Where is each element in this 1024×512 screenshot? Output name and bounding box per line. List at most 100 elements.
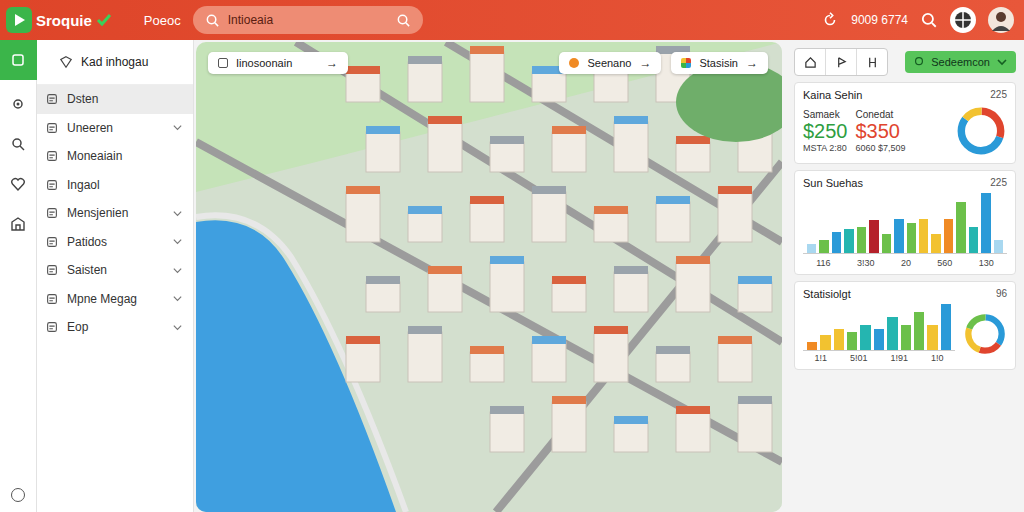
bar[interactable] [807, 244, 816, 253]
bar[interactable] [807, 342, 817, 350]
item-icon [45, 235, 59, 249]
bar[interactable] [901, 325, 911, 350]
axis-tick: 560 [937, 258, 952, 268]
bar[interactable] [914, 312, 924, 350]
chip-icon [569, 58, 579, 68]
bar[interactable] [844, 229, 853, 253]
x-axis: 116 3!30 20 560 130 [803, 258, 1007, 268]
search-field[interactable]: Intioeaia [193, 6, 423, 34]
map-chip[interactable]: Iinosoonain → [208, 52, 348, 74]
card-title: Kaina Sehin [803, 89, 862, 101]
rail-item[interactable] [0, 40, 37, 80]
axis-tick: 116 [816, 258, 830, 268]
bar[interactable] [869, 220, 878, 253]
bar[interactable] [834, 329, 844, 350]
bar[interactable] [927, 325, 937, 350]
chevron-down-icon [172, 208, 183, 219]
chip-icon [218, 58, 228, 68]
avatar-icon[interactable] [988, 7, 1014, 33]
bar-chart [803, 193, 1007, 254]
status-circle[interactable] [11, 488, 25, 502]
axis-tick: 20 [901, 258, 911, 268]
sidebar-item[interactable]: Uneeren [37, 114, 193, 143]
heart-icon [10, 176, 26, 192]
home-button[interactable] [795, 49, 826, 75]
sidebar-item[interactable]: Saisten [37, 256, 193, 285]
sidebar-label: Eop [67, 320, 164, 334]
dropdown-label: Sedeemcon [931, 56, 990, 68]
chip-label: Seenano [587, 57, 631, 69]
item-icon [45, 178, 59, 192]
top-bar: Sroquie Poeoc Intioeaia 9009 6774 [0, 0, 1024, 40]
chevron-down-icon [172, 322, 183, 333]
axis-tick: 3!30 [857, 258, 875, 268]
bar[interactable] [887, 317, 897, 350]
sidebar-item[interactable]: Patidos [37, 228, 193, 257]
globe-icon[interactable] [950, 7, 976, 33]
rail-item[interactable] [0, 88, 37, 120]
bar[interactable] [969, 227, 978, 253]
bar[interactable] [882, 234, 891, 253]
sidebar-item[interactable]: Dsten [37, 85, 193, 114]
sidebar-item[interactable]: Mensjenien [37, 199, 193, 228]
stat-value: $250 [803, 120, 848, 143]
search-icon[interactable] [396, 13, 411, 28]
logo[interactable]: Sroquie [6, 7, 112, 33]
sidebar: Kad inhogau Dsten Uneeren Moneaiain Inga… [37, 40, 194, 512]
bar[interactable] [874, 329, 884, 350]
check-icon [96, 12, 112, 28]
bar[interactable] [860, 325, 870, 350]
h-icon [866, 56, 879, 69]
chevron-down-icon [172, 293, 183, 304]
bar[interactable] [819, 240, 828, 253]
bar[interactable] [956, 202, 965, 253]
bar[interactable] [847, 332, 857, 350]
search-icon [10, 136, 26, 152]
rail-item[interactable] [0, 128, 37, 160]
bar[interactable] [941, 304, 951, 350]
height-button[interactable] [857, 49, 887, 75]
sidebar-item[interactable]: Ingaol [37, 171, 193, 200]
dropdown-button[interactable]: Sedeemcon [905, 51, 1016, 73]
city-map[interactable]: Iinosoonain → Seenano → Stasisin → [196, 42, 782, 512]
donut-segment [968, 317, 1001, 350]
bar[interactable] [981, 193, 990, 253]
bar[interactable] [894, 219, 903, 253]
refresh-icon[interactable] [821, 11, 839, 29]
bar[interactable] [907, 223, 916, 253]
chevron-down-icon [996, 56, 1008, 68]
bar[interactable] [832, 232, 841, 253]
sidebar-label: Mpne Megag [67, 292, 164, 306]
home-icon [804, 56, 817, 69]
play-button[interactable] [826, 49, 857, 75]
nav-link[interactable]: Poeoc [144, 13, 181, 28]
item-icon [45, 121, 59, 135]
sidebar-label: Ingaol [67, 178, 183, 192]
bar[interactable] [931, 234, 940, 253]
bar[interactable] [919, 219, 928, 253]
sidebar-item[interactable]: Eop [37, 313, 193, 342]
axis-tick: 130 [979, 258, 994, 268]
axis-tick: 1!0 [931, 353, 944, 363]
sidebar-item[interactable]: Moneaiain [37, 142, 193, 171]
arrow-icon: → [746, 56, 758, 70]
rail-item[interactable] [0, 168, 37, 200]
sales-card: Sun Suehas225 1163!3020560130 [794, 170, 1016, 275]
bar[interactable] [857, 227, 866, 253]
item-icon [45, 92, 59, 106]
icon-rail [0, 40, 37, 512]
bar[interactable] [944, 219, 953, 253]
chip-label: Iinosoonain [236, 57, 318, 69]
donut-segment [968, 317, 1001, 350]
map-chip[interactable]: Stasisin → [671, 52, 768, 74]
item-icon [45, 263, 59, 277]
bar[interactable] [994, 240, 1003, 253]
chevron-down-icon [172, 236, 183, 247]
stat: Conedat $350 6060 $7,509 [856, 109, 906, 153]
sidebar-item[interactable]: Mpne Megag [37, 285, 193, 314]
bar[interactable] [820, 335, 830, 350]
map-chip[interactable]: Seenano → [559, 52, 661, 74]
item-icon [45, 320, 59, 334]
search-icon[interactable] [920, 11, 938, 29]
rail-item[interactable] [0, 208, 37, 240]
